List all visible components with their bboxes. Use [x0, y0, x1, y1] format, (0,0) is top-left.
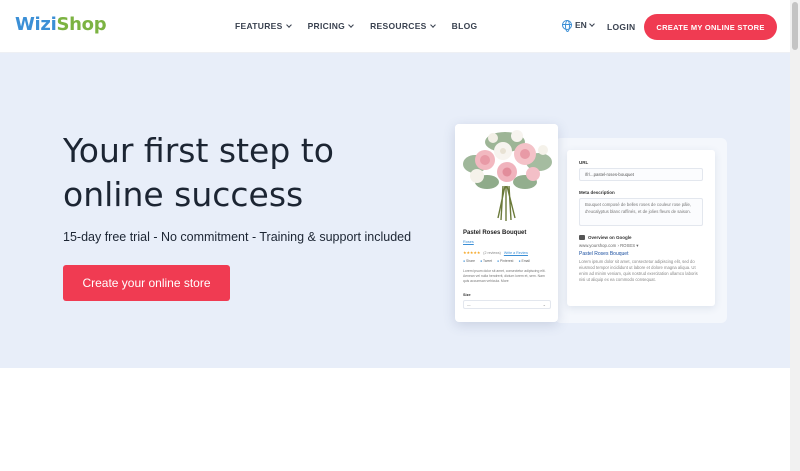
language-selector[interactable]: EN [562, 20, 595, 32]
chevron-down-icon [429, 21, 436, 28]
share-email: Email [518, 259, 529, 263]
seo-url-label: URL [579, 160, 589, 165]
site-header: WiziShop FEATURES PRICING RESOURCES BLOG… [0, 0, 790, 53]
product-rating: ★★★★★ (2 reviews) Write a Review [463, 250, 528, 255]
google-preview-url: www.yourshop.com › ROSES ▾ [579, 243, 639, 248]
product-name: Pastel Roses Bouquet [463, 230, 527, 236]
logo-part-wizi: Wizi [15, 14, 57, 35]
size-label: Size [463, 293, 471, 297]
google-preview-description: Lorem ipsum dolor sit amet, consectetur … [579, 259, 698, 282]
chevron-down-icon [588, 20, 595, 27]
share-links: Share Tweet Pinterest Email [463, 259, 530, 263]
hero-title: Your first step to online success [63, 131, 334, 214]
nav-resources-label: RESOURCES [370, 21, 427, 31]
write-review-link: Write a Review [503, 250, 528, 255]
wizishop-logo[interactable]: WiziShop [15, 14, 107, 35]
size-value: — [467, 303, 471, 307]
scrollbar-thumb[interactable] [792, 2, 798, 50]
nav-pricing-label: PRICING [307, 21, 346, 31]
google-overview-label: Overview on Google [588, 235, 632, 240]
review-count: (2 reviews) [483, 250, 501, 255]
chevron-down-icon [285, 21, 292, 28]
google-overview-header: Overview on Google [579, 235, 703, 240]
share-twitter: Tweet [480, 259, 492, 263]
nav-features-label: FEATURES [235, 21, 283, 31]
nav-pricing[interactable]: PRICING [308, 21, 354, 31]
chevron-down-icon: ⌄ [542, 302, 546, 307]
login-link[interactable]: LOGIN [607, 22, 635, 32]
hero-subtitle: 15-day free trial - No commitment - Trai… [63, 230, 412, 244]
nav-blog[interactable]: BLOG [452, 21, 478, 31]
product-description: Lorem ipsum dolor sit amet, consectetur … [463, 269, 546, 283]
main-nav: FEATURES PRICING RESOURCES BLOG [235, 21, 477, 31]
hero-section: Your first step to online success 15-day… [0, 53, 790, 368]
page-scrollbar[interactable] [790, 0, 800, 471]
monitor-icon [579, 235, 585, 240]
logo-part-shop: Shop [56, 14, 107, 35]
create-store-hero-button[interactable]: Create your online store [63, 265, 230, 301]
create-store-header-button[interactable]: CREATE MY ONLINE STORE [644, 14, 777, 40]
nav-resources[interactable]: RESOURCES [370, 21, 436, 31]
product-category-link: Roses [463, 240, 474, 244]
nav-features[interactable]: FEATURES [235, 21, 292, 31]
size-select: — ⌄ [463, 300, 551, 309]
seo-meta-field: Bouquet composé de belles roses de coule… [579, 198, 703, 226]
language-label: EN [575, 20, 587, 30]
google-preview-title: Pastel Roses Bouquet [579, 251, 629, 257]
product-card-mockup: Pastel Roses Bouquet Roses ★★★★★ (2 revi… [455, 124, 558, 322]
share-pinterest: Pinterest [497, 259, 513, 263]
nav-blog-label: BLOG [451, 21, 478, 31]
seo-url-field: /fr/...pastel-roses-bouquet [579, 168, 703, 181]
bouquet-image [455, 124, 558, 226]
seo-settings-panel: URL /fr/...pastel-roses-bouquet Meta des… [567, 150, 715, 306]
seo-meta-label: Meta description [579, 190, 615, 195]
chevron-down-icon [348, 21, 354, 28]
rating-stars-icon: ★★★★★ [463, 250, 481, 255]
share-facebook: Share [463, 259, 475, 263]
globe-icon [562, 20, 572, 32]
